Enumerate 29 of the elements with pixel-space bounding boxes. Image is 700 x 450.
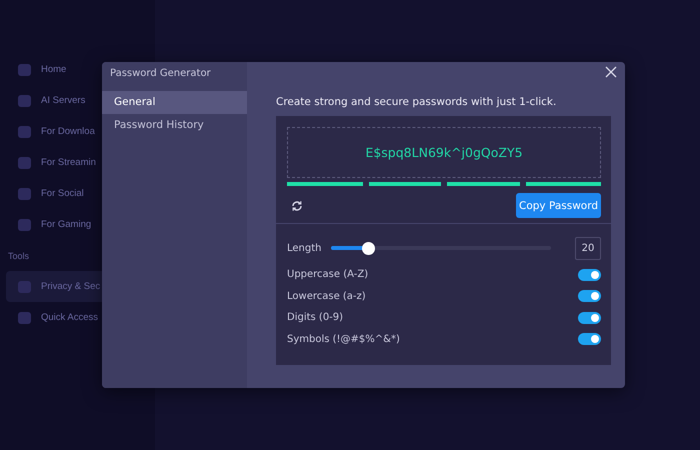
nav-tab[interactable]: General [102,91,247,114]
password-display: E$spq8LN69k^j0gQoZY5 [287,127,601,178]
sidebar-item-label[interactable]: Privacy & Sec [41,281,100,292]
toggle-switch[interactable] [578,312,601,324]
section-heading: Tools [8,250,30,260]
dialog-heading: Create strong and secure passwords with just 1-click. [276,96,558,108]
close-icon[interactable] [605,66,617,78]
toggle-switch[interactable] [578,268,601,281]
sidebar-item-label[interactable]: Quick Access [41,312,98,323]
refresh-icon[interactable] [291,200,303,212]
sidebar-item-label[interactable]: For Downloa [41,126,95,137]
sidebar-item-label[interactable]: For Streamin [41,157,96,168]
sidebar-item-label[interactable]: For Gaming [41,219,92,230]
length-label: Length [287,242,322,254]
slider-thumb[interactable] [362,242,376,254]
option-label: Lowercase (a-z) [287,290,366,302]
sidebar-item-label[interactable]: Home [41,64,66,75]
option-label: Uppercase (A-Z) [287,269,368,280]
dialog-title: Password Generator [109,67,212,81]
length-slider[interactable] [331,242,551,254]
length-value-field[interactable]: 20 [575,236,601,260]
option-label: Digits (0-9) [287,312,344,324]
option-label: Symbols (!@#$%^&*) [287,334,400,345]
copy-password-button[interactable]: Copy Password [516,193,601,218]
toggle-switch[interactable] [578,333,601,346]
toggle-switch[interactable] [578,290,601,302]
sidebar-item-label[interactable]: AI Servers [41,95,86,106]
sidebar-item-label[interactable]: For Social [41,188,84,199]
nav-tab[interactable]: Password History [102,114,247,137]
